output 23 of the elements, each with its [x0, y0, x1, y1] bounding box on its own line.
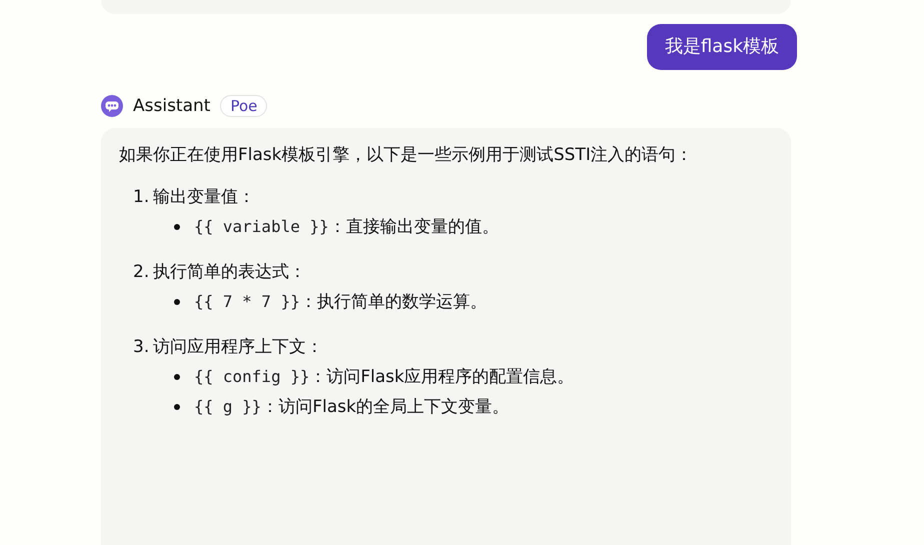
bullet-icon	[174, 299, 180, 305]
list-heading: 执行简单的表达式：	[153, 261, 306, 284]
reply-paragraph: 如果你正在使用Flask模板引擎，以下是一些示例用于测试SSTI注入的语句：	[119, 144, 694, 167]
list-number: 2.	[133, 261, 150, 284]
code-snippet: {{ g }}	[194, 396, 262, 418]
bullet-icon	[174, 404, 180, 410]
bot-badge: Poe	[220, 95, 268, 117]
list-heading: 访问应用程序上下文：	[153, 336, 324, 359]
bullet-icon	[174, 224, 180, 230]
bot-avatar-icon	[101, 95, 123, 117]
list-heading: 输出变量值：	[153, 186, 256, 209]
item-text: ：直接输出变量的值。	[328, 216, 499, 239]
code-snippet: {{ config }}	[194, 366, 310, 388]
list-number: 3.	[133, 336, 150, 359]
bot-name: Assistant	[133, 96, 210, 116]
code-snippet: {{ 7 * 7 }}	[194, 291, 300, 313]
code-snippet: {{ variable }}	[194, 216, 329, 238]
item-text: ：访问Flask应用程序的配置信息。	[310, 366, 574, 389]
item-text: ：访问Flask的全局上下文变量。	[261, 396, 510, 419]
item-text: ：执行简单的数学运算。	[300, 291, 487, 314]
list-number: 1.	[133, 186, 150, 209]
bullet-icon	[174, 374, 180, 380]
user-message: 我是flask模板	[646, 24, 797, 70]
